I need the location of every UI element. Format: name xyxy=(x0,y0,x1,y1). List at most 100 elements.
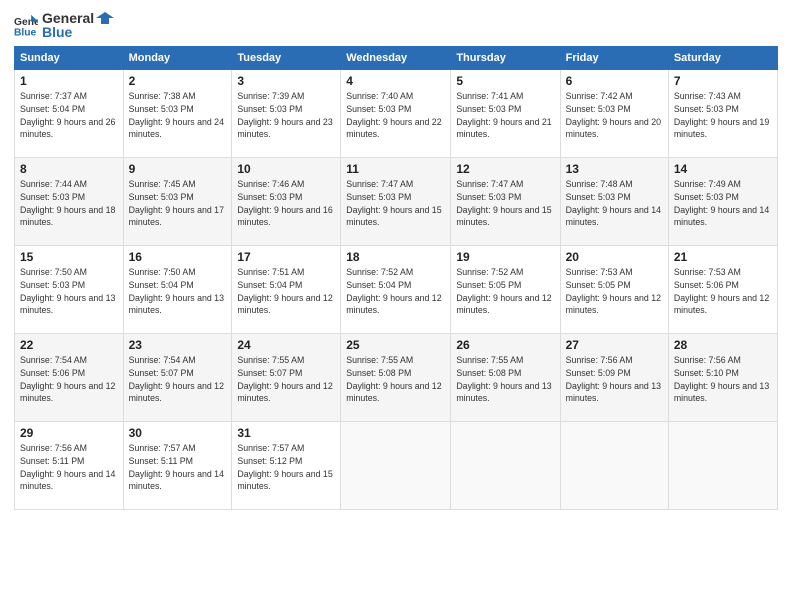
day-info: Sunrise: 7:56 AMSunset: 5:11 PMDaylight:… xyxy=(20,442,118,493)
day-number: 30 xyxy=(129,426,227,440)
calendar-cell: 7Sunrise: 7:43 AMSunset: 5:03 PMDaylight… xyxy=(668,70,777,158)
day-info: Sunrise: 7:57 AMSunset: 5:11 PMDaylight:… xyxy=(129,442,227,493)
day-info: Sunrise: 7:44 AMSunset: 5:03 PMDaylight:… xyxy=(20,178,118,229)
day-number: 20 xyxy=(566,250,663,264)
calendar-cell: 14 Sunrise: 7:49 AMSunset: 5:03 PMDayligh… xyxy=(668,158,777,246)
calendar-week-row: 8 Sunrise: 7:44 AMSunset: 5:03 PMDaylight… xyxy=(15,158,778,246)
day-number: 27 xyxy=(566,338,663,352)
calendar-cell xyxy=(668,422,777,510)
day-info: Sunrise: 7:51 AMSunset: 5:04 PMDaylight:… xyxy=(237,266,335,317)
day-number: 19 xyxy=(456,250,554,264)
calendar-cell: 12 Sunrise: 7:47 AMSunset: 5:03 PMDayligh… xyxy=(451,158,560,246)
day-info: Sunrise: 7:52 AMSunset: 5:04 PMDaylight:… xyxy=(346,266,445,317)
calendar-cell: 1 Sunrise: 7:37 AMSunset: 5:04 PMDaylight… xyxy=(15,70,124,158)
day-info: Sunrise: 7:47 AMSunset: 5:03 PMDaylight:… xyxy=(346,178,445,229)
day-number: 21 xyxy=(674,250,772,264)
day-number: 23 xyxy=(129,338,227,352)
day-info: Sunrise: 7:56 AMSunset: 5:10 PMDaylight:… xyxy=(674,354,772,405)
logo-bird-icon xyxy=(96,11,114,25)
calendar-cell: 20 Sunrise: 7:53 AMSunset: 5:05 PMDayligh… xyxy=(560,246,668,334)
day-info: Sunrise: 7:39 AMSunset: 5:03 PMDaylight:… xyxy=(237,90,335,141)
calendar-cell: 24Sunrise: 7:55 AMSunset: 5:07 PMDayligh… xyxy=(232,334,341,422)
day-of-week-header: Monday xyxy=(123,47,232,70)
day-number: 22 xyxy=(20,338,118,352)
day-of-week-header: Sunday xyxy=(15,47,124,70)
calendar-cell: 19 Sunrise: 7:52 AMSunset: 5:05 PMDayligh… xyxy=(451,246,560,334)
day-info: Sunrise: 7:40 AMSunset: 5:03 PMDaylight:… xyxy=(346,90,445,141)
day-number: 28 xyxy=(674,338,772,352)
day-of-week-header: Friday xyxy=(560,47,668,70)
calendar-cell: 10 Sunrise: 7:46 AMSunset: 5:03 PMDayligh… xyxy=(232,158,341,246)
calendar-cell: 6 Sunrise: 7:42 AMSunset: 5:03 PMDaylight… xyxy=(560,70,668,158)
calendar-cell: 30 Sunrise: 7:57 AMSunset: 5:11 PMDayligh… xyxy=(123,422,232,510)
day-number: 17 xyxy=(237,250,335,264)
day-info: Sunrise: 7:53 AMSunset: 5:06 PMDaylight:… xyxy=(674,266,772,317)
calendar-cell: 4 Sunrise: 7:40 AMSunset: 5:03 PMDaylight… xyxy=(341,70,451,158)
day-number: 7 xyxy=(674,74,772,88)
day-number: 6 xyxy=(566,74,663,88)
calendar-cell: 22 Sunrise: 7:54 AMSunset: 5:06 PMDayligh… xyxy=(15,334,124,422)
calendar-cell: 18 Sunrise: 7:52 AMSunset: 5:04 PMDayligh… xyxy=(341,246,451,334)
calendar-cell: 28 Sunrise: 7:56 AMSunset: 5:10 PMDayligh… xyxy=(668,334,777,422)
day-number: 10 xyxy=(237,162,335,176)
day-info: Sunrise: 7:42 AMSunset: 5:03 PMDaylight:… xyxy=(566,90,663,141)
calendar-cell xyxy=(560,422,668,510)
day-number: 31 xyxy=(237,426,335,440)
day-number: 25 xyxy=(346,338,445,352)
day-info: Sunrise: 7:52 AMSunset: 5:05 PMDaylight:… xyxy=(456,266,554,317)
day-info: Sunrise: 7:47 AMSunset: 5:03 PMDaylight:… xyxy=(456,178,554,229)
day-info: Sunrise: 7:41 AMSunset: 5:03 PMDaylight:… xyxy=(456,90,554,141)
calendar-cell xyxy=(341,422,451,510)
calendar-cell xyxy=(451,422,560,510)
day-info: Sunrise: 7:55 AMSunset: 5:08 PMDaylight:… xyxy=(346,354,445,405)
calendar-cell: 13Sunrise: 7:48 AMSunset: 5:03 PMDayligh… xyxy=(560,158,668,246)
calendar-week-row: 15Sunrise: 7:50 AMSunset: 5:03 PMDayligh… xyxy=(15,246,778,334)
calendar-table: SundayMondayTuesdayWednesdayThursdayFrid… xyxy=(14,46,778,510)
calendar-week-row: 29 Sunrise: 7:56 AMSunset: 5:11 PMDayligh… xyxy=(15,422,778,510)
calendar-cell: 2 Sunrise: 7:38 AMSunset: 5:03 PMDaylight… xyxy=(123,70,232,158)
day-number: 14 xyxy=(674,162,772,176)
day-number: 2 xyxy=(129,74,227,88)
day-info: Sunrise: 7:55 AMSunset: 5:08 PMDaylight:… xyxy=(456,354,554,405)
day-number: 1 xyxy=(20,74,118,88)
calendar-cell: 3 Sunrise: 7:39 AMSunset: 5:03 PMDaylight… xyxy=(232,70,341,158)
calendar-cell: 25 Sunrise: 7:55 AMSunset: 5:08 PMDayligh… xyxy=(341,334,451,422)
day-of-week-header: Tuesday xyxy=(232,47,341,70)
calendar-cell: 31 Sunrise: 7:57 AMSunset: 5:12 PMDayligh… xyxy=(232,422,341,510)
calendar-cell: 23Sunrise: 7:54 AMSunset: 5:07 PMDayligh… xyxy=(123,334,232,422)
calendar-cell: 21 Sunrise: 7:53 AMSunset: 5:06 PMDayligh… xyxy=(668,246,777,334)
calendar-cell: 8 Sunrise: 7:44 AMSunset: 5:03 PMDaylight… xyxy=(15,158,124,246)
day-of-week-header: Saturday xyxy=(668,47,777,70)
day-number: 11 xyxy=(346,162,445,176)
day-info: Sunrise: 7:48 AMSunset: 5:03 PMDaylight:… xyxy=(566,178,663,229)
day-number: 26 xyxy=(456,338,554,352)
day-number: 15 xyxy=(20,250,118,264)
logo: General Blue General Blue xyxy=(14,10,114,40)
calendar-cell: 27Sunrise: 7:56 AMSunset: 5:09 PMDayligh… xyxy=(560,334,668,422)
day-info: Sunrise: 7:46 AMSunset: 5:03 PMDaylight:… xyxy=(237,178,335,229)
day-info: Sunrise: 7:50 AMSunset: 5:04 PMDaylight:… xyxy=(129,266,227,317)
calendar-week-row: 22 Sunrise: 7:54 AMSunset: 5:06 PMDayligh… xyxy=(15,334,778,422)
day-number: 18 xyxy=(346,250,445,264)
day-info: Sunrise: 7:57 AMSunset: 5:12 PMDaylight:… xyxy=(237,442,335,493)
day-number: 8 xyxy=(20,162,118,176)
day-number: 12 xyxy=(456,162,554,176)
day-info: Sunrise: 7:53 AMSunset: 5:05 PMDaylight:… xyxy=(566,266,663,317)
day-info: Sunrise: 7:49 AMSunset: 5:03 PMDaylight:… xyxy=(674,178,772,229)
calendar-cell: 9Sunrise: 7:45 AMSunset: 5:03 PMDaylight… xyxy=(123,158,232,246)
day-number: 3 xyxy=(237,74,335,88)
page: General Blue General Blue SundayMondayTu… xyxy=(0,0,792,612)
calendar-cell: 15Sunrise: 7:50 AMSunset: 5:03 PMDayligh… xyxy=(15,246,124,334)
day-info: Sunrise: 7:38 AMSunset: 5:03 PMDaylight:… xyxy=(129,90,227,141)
day-info: Sunrise: 7:45 AMSunset: 5:03 PMDaylight:… xyxy=(129,178,227,229)
day-number: 4 xyxy=(346,74,445,88)
logo-blue: Blue xyxy=(42,24,72,40)
day-info: Sunrise: 7:37 AMSunset: 5:04 PMDaylight:… xyxy=(20,90,118,141)
calendar-cell: 11 Sunrise: 7:47 AMSunset: 5:03 PMDayligh… xyxy=(341,158,451,246)
day-number: 16 xyxy=(129,250,227,264)
day-number: 24 xyxy=(237,338,335,352)
day-info: Sunrise: 7:54 AMSunset: 5:06 PMDaylight:… xyxy=(20,354,118,405)
calendar-cell: 17 Sunrise: 7:51 AMSunset: 5:04 PMDayligh… xyxy=(232,246,341,334)
calendar-cell: 16 Sunrise: 7:50 AMSunset: 5:04 PMDayligh… xyxy=(123,246,232,334)
day-number: 29 xyxy=(20,426,118,440)
